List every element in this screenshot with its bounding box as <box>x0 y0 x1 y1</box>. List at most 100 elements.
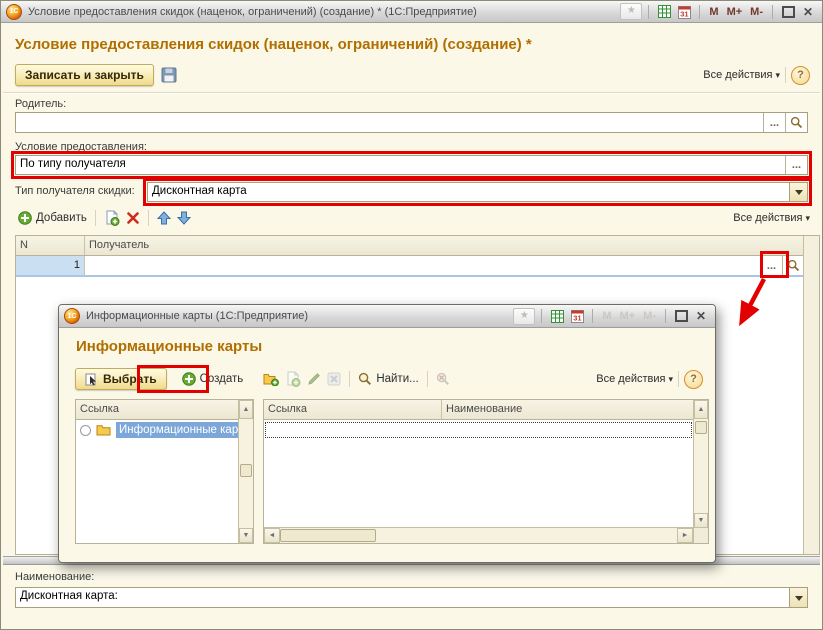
table-scrollbar[interactable] <box>803 236 819 554</box>
name-label: Наименование: <box>15 571 94 583</box>
popup-help-button[interactable]: ? <box>684 370 703 389</box>
copy-item-button <box>282 369 304 389</box>
maximize-icon <box>782 6 795 18</box>
copy-row-button[interactable] <box>101 208 123 228</box>
calendar-icon[interactable]: 31 <box>675 4 693 20</box>
table-row[interactable]: 1 ... <box>16 256 804 277</box>
maximize-icon <box>675 310 688 322</box>
popup-title-heading: Информационные карты <box>76 338 262 355</box>
add-row-button[interactable]: Добавить <box>15 209 90 227</box>
scroll-down-button[interactable]: ▼ <box>239 528 253 543</box>
recipient-search-button[interactable] <box>782 256 804 275</box>
create-group-button[interactable] <box>260 370 282 388</box>
calculator-icon[interactable] <box>655 4 673 20</box>
tree-item-info-cards[interactable]: Информационные карты <box>76 420 253 440</box>
find-label: Найти... <box>376 373 418 385</box>
recipient-type-label: Тип получателя скидки: <box>15 185 135 197</box>
condition-select-button[interactable]: ... <box>785 156 807 174</box>
toolbar-separator <box>678 371 679 387</box>
select-icon <box>85 373 98 386</box>
parent-input[interactable]: ... <box>15 112 808 133</box>
select-button[interactable]: Выбрать <box>75 368 167 390</box>
edit-button <box>304 370 324 388</box>
popup-close-button[interactable]: ✕ <box>692 308 710 324</box>
list-column-name[interactable]: Наименование <box>442 400 708 419</box>
close-button[interactable]: ✕ <box>799 4 817 20</box>
recipient-type-value[interactable]: Дисконтная карта <box>148 183 789 201</box>
parent-value[interactable] <box>16 113 763 132</box>
save-icon[interactable] <box>161 67 177 83</box>
main-window-title: Условие предоставления скидок (наценок, … <box>28 6 620 18</box>
chevron-down-icon: ▾ <box>775 70 780 81</box>
condition-input[interactable]: По типу получателя ... <box>15 155 808 175</box>
recipient-type-combobox[interactable]: Дисконтная карта <box>147 182 808 202</box>
scroll-thumb[interactable] <box>280 529 376 542</box>
toolbar-separator <box>427 371 428 387</box>
condition-label: Условие предоставления: <box>15 141 147 153</box>
memory-m-plus-button: M+ <box>617 310 639 322</box>
list-column-ref[interactable]: Ссылка <box>264 400 442 419</box>
scrollbar-corner <box>693 527 708 543</box>
toolbar-separator <box>148 210 149 226</box>
divider <box>3 92 820 93</box>
recipient-type-dropdown-button[interactable] <box>789 183 807 201</box>
tree-expand-icon[interactable] <box>80 425 91 436</box>
parent-label: Родитель: <box>15 98 66 110</box>
list-empty-selection-row[interactable] <box>265 422 692 438</box>
favorites-star-icon[interactable]: ★ <box>513 308 535 325</box>
1c-logo-icon: 1C <box>64 308 80 324</box>
name-combobox[interactable]: Дисконтная карта: <box>15 587 808 608</box>
name-dropdown-button[interactable] <box>789 588 807 607</box>
all-actions-label: Все действия <box>703 69 772 81</box>
parent-select-button[interactable]: ... <box>763 113 785 132</box>
popup-toolbar: Выбрать Создать Найти... <box>75 366 703 392</box>
main-titlebar: 1C Условие предоставления скидок (нацено… <box>1 1 822 23</box>
parent-search-button[interactable] <box>785 113 807 132</box>
move-up-button[interactable] <box>154 209 174 227</box>
list-horizontal-scrollbar[interactable]: ◄ ► <box>264 527 693 543</box>
column-header-n[interactable]: N <box>16 236 85 255</box>
calendar-day-label: 31 <box>680 9 688 18</box>
column-header-recipient[interactable]: Получатель <box>85 236 804 255</box>
calendar-icon[interactable]: 31 <box>568 308 586 324</box>
scroll-left-button[interactable]: ◄ <box>264 528 280 543</box>
scroll-up-button[interactable]: ▲ <box>694 400 708 419</box>
popup-all-actions-button[interactable]: Все действия ▾ <box>596 373 673 385</box>
maximize-button[interactable] <box>779 4 797 20</box>
list-all-actions-button[interactable]: Все действия ▾ <box>733 212 810 224</box>
popup-all-actions-label: Все действия <box>596 373 665 385</box>
tree-item-label[interactable]: Информационные карты <box>116 422 238 438</box>
recipient-select-button[interactable]: ... <box>760 256 782 275</box>
scroll-track[interactable] <box>376 528 677 543</box>
calculator-icon[interactable] <box>548 308 566 324</box>
chevron-down-icon: ▾ <box>805 213 810 224</box>
find-button[interactable]: Найти... <box>355 370 421 388</box>
memory-m-minus-button[interactable]: M- <box>747 6 766 18</box>
name-value[interactable]: Дисконтная карта: <box>16 588 789 607</box>
main-titlebar-icons: ★ 31 M M+ M- ✕ <box>620 3 817 20</box>
clear-find-button <box>433 370 453 388</box>
scroll-thumb[interactable] <box>695 421 707 434</box>
condition-value[interactable]: По типу получателя <box>16 156 785 174</box>
all-actions-button[interactable]: Все действия ▾ <box>703 69 780 81</box>
recipient-cell-editor[interactable]: ... <box>85 256 804 275</box>
create-button[interactable]: Создать <box>179 370 247 388</box>
popup-maximize-button[interactable] <box>672 308 690 324</box>
scroll-thumb[interactable] <box>240 464 252 477</box>
help-button[interactable]: ? <box>791 66 810 85</box>
tree-vertical-scrollbar[interactable]: ▲ ▼ <box>238 400 253 543</box>
recipient-value[interactable] <box>85 256 760 275</box>
memory-m-plus-button[interactable]: M+ <box>724 6 746 18</box>
delete-row-button[interactable] <box>123 209 143 227</box>
titlebar-separator <box>592 309 593 323</box>
list-vertical-scrollbar[interactable]: ▲ ▼ <box>693 400 708 528</box>
memory-m-button[interactable]: M <box>706 6 721 18</box>
favorites-star-icon[interactable]: ★ <box>620 3 642 20</box>
save-and-close-button[interactable]: Записать и закрыть <box>15 64 154 86</box>
tree-column-header[interactable]: Ссылка <box>76 400 253 419</box>
scroll-down-button[interactable]: ▼ <box>694 513 708 528</box>
move-down-button[interactable] <box>174 209 194 227</box>
scroll-right-button[interactable]: ► <box>677 528 693 543</box>
scroll-up-button[interactable]: ▲ <box>239 400 253 419</box>
titlebar-separator <box>541 309 542 323</box>
